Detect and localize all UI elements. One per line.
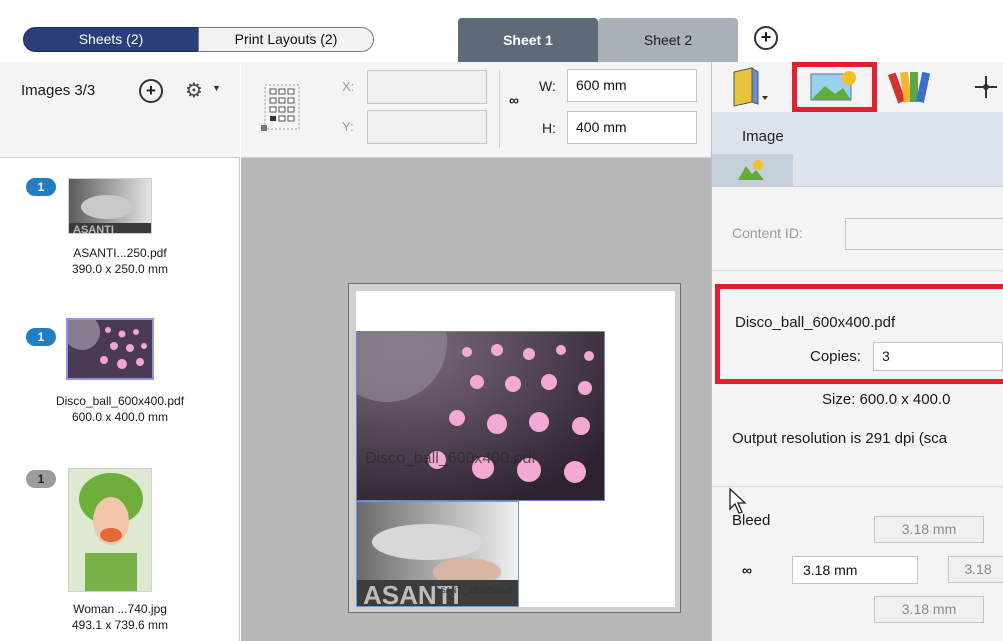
h-label: H: (542, 120, 556, 136)
asanti-caption: ASANTI_390x250.pdf (435, 586, 513, 595)
link-icon[interactable]: ∞ (742, 562, 752, 578)
image-tab-highlight (792, 62, 877, 112)
sheet-page[interactable]: Disco_ball_600x400.pdf ASANTI ASANTI_390… (356, 291, 675, 607)
divider (712, 486, 1003, 487)
bleed-all-input[interactable]: 3.18 mm (792, 556, 918, 584)
copies-badge: 1 (26, 470, 56, 488)
sheets-tab[interactable]: Sheets (2) (23, 27, 199, 52)
image-size: 390.0 x 250.0 mm (71, 262, 169, 276)
position-size-toolbar: X: Y: ∞ W: 600 mm H: 400 mm (241, 62, 711, 158)
woman-thumbnail-image (69, 469, 151, 591)
thumbnail-woman (68, 468, 152, 592)
thumbnail-asanti: ASANTI (68, 178, 152, 234)
print-layouts-tab[interactable]: Print Layouts (2) (198, 27, 374, 52)
disco-ball-image (357, 332, 604, 500)
add-sheet-button[interactable]: + (754, 26, 778, 50)
divider (499, 70, 500, 148)
x-label: X: (342, 79, 355, 94)
asanti-placement[interactable]: ASANTI ASANTI_390x250.pdf (356, 501, 519, 607)
images-panel: Images 3/3 + ⚙ ▼ 1 ASANTI ASANTI...250.p… (0, 62, 240, 641)
svg-text:ASANTI: ASANTI (73, 224, 114, 234)
image-name: Woman ...740.jpg (73, 602, 167, 616)
y-input[interactable] (367, 110, 487, 144)
chevron-down-icon[interactable]: ▼ (212, 83, 221, 93)
tab-sheet-2[interactable]: Sheet 2 (598, 18, 738, 62)
x-input[interactable] (367, 70, 487, 104)
bleed-label: Bleed (732, 512, 771, 529)
image-list-item[interactable]: 1 Disco_ball_600x400.pdf 600.0 x 400.0 m… (0, 314, 240, 434)
resolution-label: Output resolution is 291 dpi (sca (732, 430, 948, 447)
image-name: Disco_ball_600x400.pdf (55, 394, 185, 408)
y-label: Y: (342, 119, 354, 134)
page-icon[interactable] (722, 66, 782, 108)
image-list-item[interactable]: 1 Woman ...740.jpg 493.1 x 739.6 mm (0, 462, 240, 641)
content-id-label: Content ID: (732, 225, 803, 241)
link-icon[interactable]: ∞ (509, 92, 519, 108)
width-input[interactable]: 600 mm (567, 69, 697, 102)
copies-label: Copies: (810, 348, 861, 365)
section-title: Image (742, 128, 784, 145)
image-name: ASANTI...250.pdf (73, 246, 167, 260)
disco-thumbnail-image (68, 320, 152, 378)
bleed-top-input[interactable]: 3.18 mm (874, 516, 984, 543)
properties-panel: Image Content ID: Disco_ball_600x400.pdf… (711, 62, 1003, 641)
copies-badge: 1 (26, 328, 56, 346)
image-section-header: Image (712, 112, 1003, 186)
copies-input[interactable]: 3 (873, 342, 1003, 371)
file-name: Disco_ball_600x400.pdf (735, 314, 896, 331)
w-label: W: (539, 78, 556, 94)
images-panel-header: Images 3/3 + ⚙ ▼ (0, 62, 240, 158)
move-icon[interactable] (968, 66, 1003, 108)
image-size: 600.0 x 400.0 mm (71, 410, 169, 424)
content-id-input[interactable] (845, 218, 1003, 250)
top-bar: Sheets (2) Print Layouts (2) Sheet 1 She… (0, 0, 1003, 62)
thumbnail-disco-ball (66, 318, 154, 380)
image-subtab[interactable] (712, 154, 793, 186)
height-input[interactable]: 400 mm (567, 111, 697, 144)
divider (712, 270, 1003, 271)
add-image-button[interactable]: + (139, 79, 163, 103)
mountain-icon (738, 160, 764, 180)
size-label: Size: 600.0 x 400.0 (822, 391, 951, 408)
images-count-label: Images 3/3 (21, 82, 96, 99)
bleed-bottom-input[interactable]: 3.18 mm (874, 596, 984, 623)
copies-badge: 1 (26, 178, 56, 196)
disco-ball-placement[interactable]: Disco_ball_600x400.pdf (356, 331, 605, 501)
color-swatch-icon[interactable] (887, 66, 948, 108)
asanti-thumbnail-image: ASANTI (69, 179, 151, 234)
anchor-point-icon[interactable] (257, 77, 307, 137)
image-size: 493.1 x 739.6 mm (71, 618, 169, 632)
bleed-right-input[interactable]: 3.18 (948, 556, 1003, 583)
sheet-frame: Disco_ball_600x400.pdf ASANTI ASANTI_390… (348, 283, 681, 613)
tab-sheet-1[interactable]: Sheet 1 (458, 18, 598, 62)
gear-icon[interactable]: ⚙ (185, 78, 203, 103)
layout-canvas[interactable]: Disco_ball_600x400.pdf ASANTI ASANTI_390… (241, 158, 711, 641)
disco-caption: Disco_ball_600x400.pdf (365, 450, 536, 467)
divider (712, 186, 1003, 187)
properties-toolbar (712, 62, 1003, 112)
image-list-item[interactable]: 1 ASANTI ASANTI...250.pdf 390.0 x 250.0 … (0, 172, 240, 292)
